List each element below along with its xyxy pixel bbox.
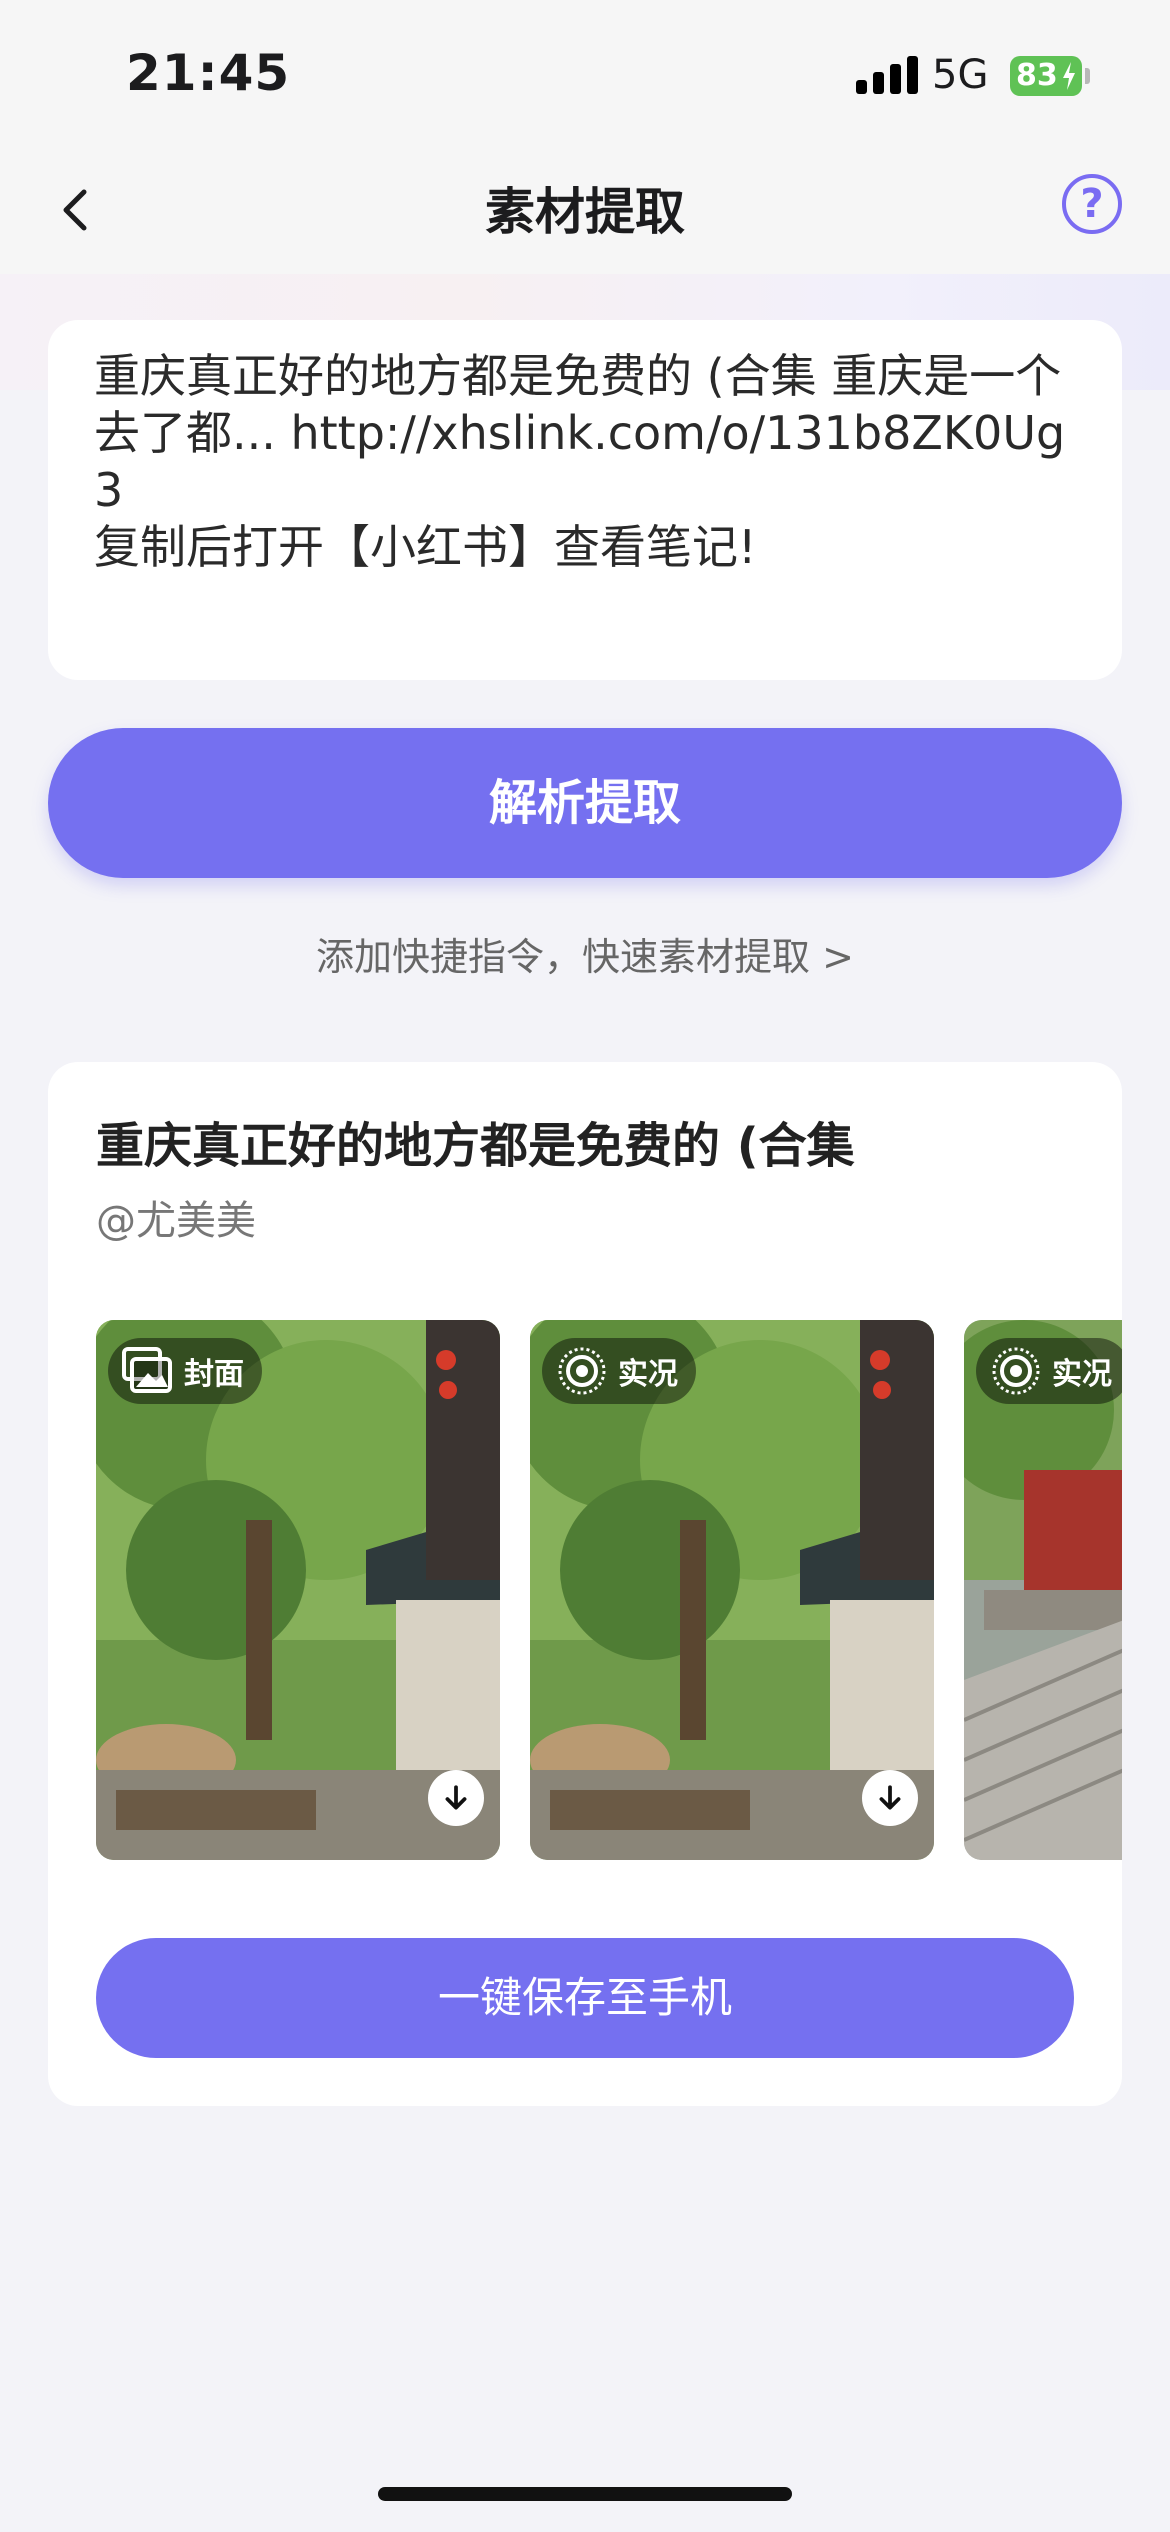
media-thumbnail[interactable]: 实况 [530, 1320, 934, 1860]
status-bar: 21:45 5G 83 [0, 0, 1170, 150]
download-icon[interactable] [428, 1770, 484, 1826]
battery-level: 83 [1016, 58, 1058, 93]
charging-bolt-icon [1063, 62, 1075, 90]
badge-label: 封面 [184, 1357, 244, 1392]
result-card: 重庆真正好的地方都是免费的 (合集 @尤美美 封面 实况 实况 一键保存至手机 [48, 1062, 1122, 2106]
link-input-text[interactable]: 重庆真正好的地方都是免费的 (合集 重庆是一个去了都... http://xhs… [94, 348, 1076, 576]
page-title: 素材提取 [485, 183, 685, 241]
media-type-badge: 实况 [976, 1338, 1122, 1404]
cellular-signal-icon [856, 56, 918, 94]
network-type: 5G [932, 52, 989, 98]
download-icon[interactable] [862, 1770, 918, 1826]
parse-extract-button[interactable]: 解析提取 [48, 728, 1122, 878]
save-to-phone-button[interactable]: 一键保存至手机 [96, 1938, 1074, 2058]
link-input-card[interactable]: 重庆真正好的地方都是免费的 (合集 重庆是一个去了都... http://xhs… [48, 320, 1122, 680]
image-stack-icon [122, 1347, 172, 1393]
media-type-badge: 实况 [542, 1338, 696, 1404]
badge-label: 实况 [618, 1357, 678, 1392]
note-title: 重庆真正好的地方都是免费的 (合集 [96, 1118, 855, 1174]
media-thumbnail-strip[interactable]: 封面 实况 实况 [96, 1320, 1122, 1860]
battery-cap [1085, 68, 1090, 84]
badge-label: 实况 [1052, 1357, 1112, 1392]
media-thumbnail[interactable]: 封面 [96, 1320, 500, 1860]
media-type-badge: 封面 [108, 1338, 262, 1404]
media-thumbnail[interactable]: 实况 [964, 1320, 1122, 1860]
add-shortcut-link[interactable]: 添加快捷指令，快速素材提取 > [0, 926, 1170, 981]
nav-bar: 素材提取 ? [0, 150, 1170, 274]
live-photo-icon [992, 1347, 1040, 1395]
battery-icon: 83 [1010, 56, 1082, 96]
note-author: @尤美美 [96, 1198, 256, 1244]
live-photo-icon [558, 1347, 606, 1395]
help-icon[interactable]: ? [1062, 174, 1122, 234]
status-time: 21:45 [126, 44, 291, 102]
home-indicator [378, 2487, 792, 2501]
